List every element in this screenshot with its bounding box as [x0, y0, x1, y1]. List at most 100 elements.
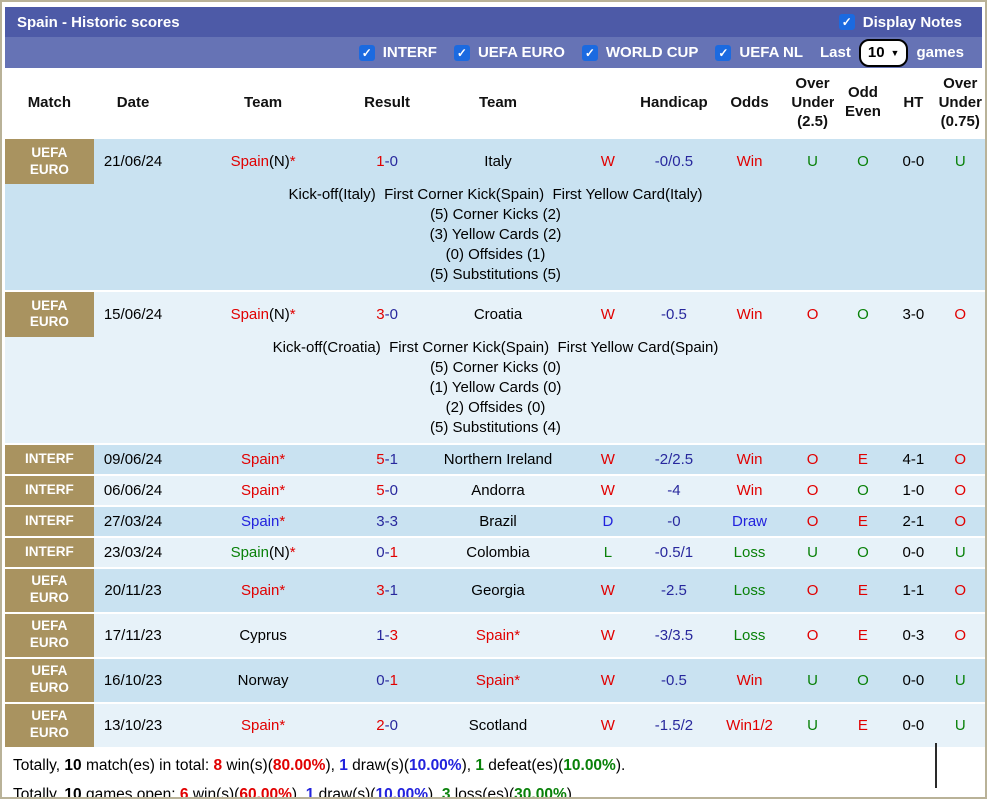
result-cell: 2-0: [353, 701, 421, 747]
summary-segment: 1: [305, 786, 315, 799]
team-name: *: [289, 153, 296, 171]
summary-segment: 1: [339, 757, 348, 775]
filter-label: UEFA NL: [739, 44, 804, 61]
wdl-cell: W: [575, 701, 641, 747]
odds-cell: Win: [707, 289, 792, 337]
checkbox-checked-icon[interactable]: ✓: [581, 44, 598, 61]
odds-cell: Win: [707, 656, 792, 703]
summary-segment: 80.00%: [272, 757, 326, 775]
summary-segment: 10: [64, 757, 82, 775]
team-name: Spain: [240, 716, 280, 734]
team-name: Andorra: [471, 481, 525, 499]
title-bar: Spain - Historic scores ✓ Display Notes: [5, 7, 982, 37]
team-cell: Spain(N)*: [172, 289, 354, 337]
team-name: Northern Ireland: [443, 450, 553, 468]
summary-segment: draw(s)(: [314, 786, 376, 799]
column-header-team1: Team: [172, 68, 354, 139]
filter-checkbox-world-cup[interactable]: ✓ WORLD CUP: [581, 44, 699, 61]
ht-cell: 1-0: [892, 473, 935, 506]
over-under-075-cell: U: [934, 137, 985, 185]
match-cell: UEFA EURO: [5, 566, 94, 613]
match-notes-cell: Kick-off(Croatia) First Corner Kick(Spai…: [5, 337, 985, 444]
note-line: (2) Offsides (0): [445, 398, 546, 416]
checkbox-checked-icon[interactable]: ✓: [715, 44, 732, 61]
wdl-cell: W: [575, 289, 641, 337]
summary-segment: 3: [441, 786, 451, 799]
match-type-badge: UEFA EURO: [5, 140, 94, 185]
date-cell: 15/06/24: [93, 289, 173, 337]
odds-cell: Loss: [707, 535, 792, 568]
filter-checkbox-interf[interactable]: ✓ INTERF: [358, 44, 437, 61]
result-cell: 1-3: [353, 611, 421, 658]
last-games-select[interactable]: 10 ▼: [858, 38, 909, 67]
summary-segment: 6: [179, 786, 189, 799]
team-name: (N): [268, 305, 290, 323]
filter-label: INTERF: [382, 44, 437, 61]
checkbox-checked-icon[interactable]: ✓: [838, 14, 855, 30]
date-cell: 06/06/24: [93, 473, 173, 506]
odds-cell: Win: [707, 137, 792, 185]
handicap-cell: -0/0.5: [640, 137, 708, 185]
summary-segment: ).: [615, 757, 626, 775]
ht-cell: 0-0: [892, 535, 935, 568]
team-name: Norway: [237, 671, 289, 689]
team-name: Spain: [240, 481, 280, 499]
ht-cell: 0-0: [892, 701, 935, 747]
odd-even-cell: E: [833, 701, 893, 747]
summary-segment: loss(es)(: [450, 786, 515, 799]
last-games-value: 10: [867, 44, 885, 61]
odd-even-cell: E: [833, 566, 893, 613]
score: 0-: [376, 543, 390, 561]
note-line: (5) Substitutions (5): [430, 266, 561, 283]
summary-segment: 10.00%: [375, 786, 429, 799]
date-cell: 27/03/24: [93, 504, 173, 537]
result-cell: 3-1: [353, 566, 421, 613]
checkbox-checked-icon[interactable]: ✓: [358, 44, 375, 61]
score: -0: [384, 481, 398, 499]
summary-segment: draw(s)(: [347, 757, 410, 775]
team-name: *: [289, 305, 296, 323]
table-row: UEFA EURO 15/06/24 Spain(N)* 3-0 Croatia W -0.…: [5, 289, 985, 337]
column-header-ht: HT: [892, 68, 935, 139]
table-row: UEFA EURO 17/11/23 Cyprus 1-3 Spain* W -3/3.5 L…: [5, 611, 985, 658]
team-name: Scotland: [468, 716, 528, 734]
over-under-075-cell: O: [934, 504, 985, 537]
team-name: Spain: [230, 305, 269, 323]
filter-checkbox-uefa-euro[interactable]: ✓ UEFA EURO: [453, 44, 565, 61]
ht-cell: 0-3: [892, 611, 935, 658]
handicap-cell: -0: [640, 504, 708, 537]
column-header-handicap: Handicap: [640, 68, 708, 139]
checkbox-checked-icon[interactable]: ✓: [453, 44, 470, 61]
odd-even-cell: E: [833, 504, 893, 537]
score: 5: [376, 481, 385, 499]
date-cell: 16/10/23: [93, 656, 173, 703]
team-cell: Spain*: [172, 566, 354, 613]
table-row: INTERF 27/03/24 Spain* 3-3 Brazil D -0 Draw O E 2-…: [5, 504, 985, 537]
summary-segment: ),: [325, 757, 340, 775]
filter-label: WORLD CUP: [605, 44, 699, 61]
date-cell: 20/11/23: [93, 566, 173, 613]
opponent-team-cell: Colombia: [420, 535, 576, 568]
page-title: Spain - Historic scores: [17, 13, 180, 31]
summary-segment: 1: [475, 757, 484, 775]
note-line: (3) Yellow Cards (2): [429, 226, 562, 244]
odd-even-cell: O: [833, 137, 893, 185]
filter-checkbox-group: ✓ INTERF ✓ UEFA EURO ✓ WORLD CUP ✓ UEFA NL: [358, 44, 803, 61]
odds-cell: Loss: [707, 566, 792, 613]
summary-segment: Totally,: [13, 757, 65, 775]
over-under-075-cell: O: [934, 611, 985, 658]
team-name: *: [279, 581, 286, 599]
over-under-075-cell: O: [934, 473, 985, 506]
summary-segment: 8: [213, 757, 223, 775]
scrollbar-thumb[interactable]: [935, 743, 937, 788]
match-type-badge: UEFA EURO: [5, 614, 94, 657]
games-label: games: [916, 44, 964, 61]
summary-segment: 10.00%: [563, 757, 616, 775]
score: 3: [376, 305, 385, 323]
filter-checkbox-uefa-nl[interactable]: ✓ UEFA NL: [715, 44, 803, 61]
display-notes-toggle[interactable]: ✓ Display Notes: [838, 14, 962, 31]
ht-cell: 0-0: [892, 137, 935, 185]
odd-even-cell: O: [833, 656, 893, 703]
summary-segment: 30.00%: [514, 786, 567, 799]
summary-segment: 10.00%: [409, 757, 462, 775]
